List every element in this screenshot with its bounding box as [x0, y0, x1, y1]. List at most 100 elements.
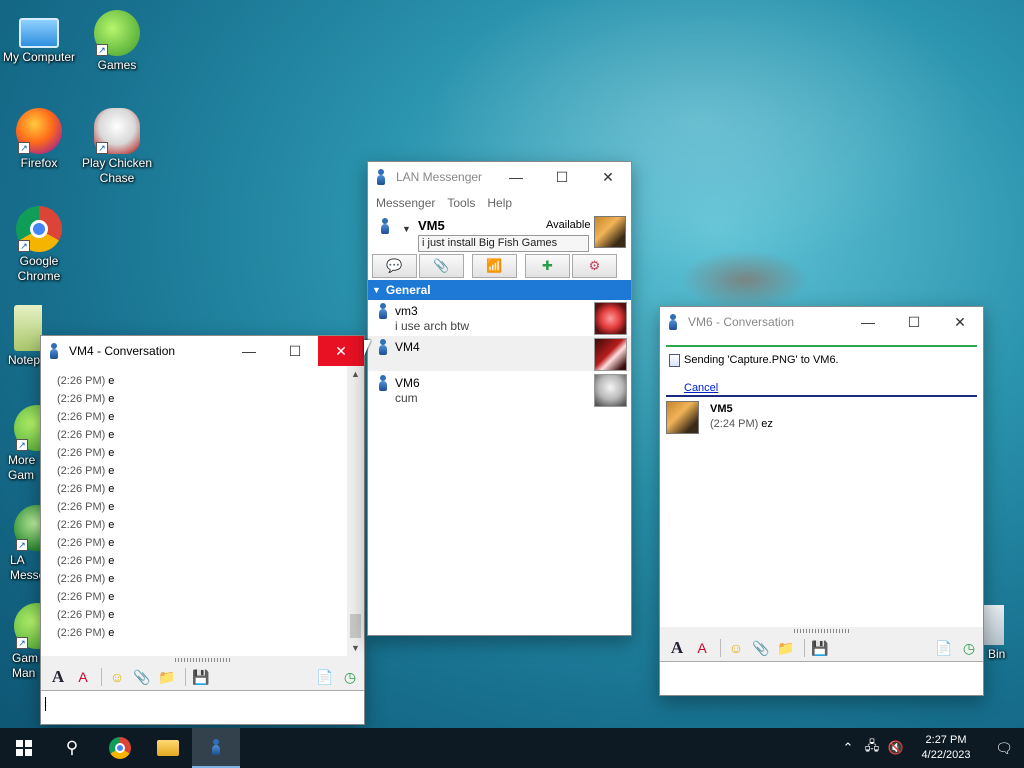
- desktop-icon-recycle-bin[interactable]: Bin: [984, 605, 1024, 662]
- minimize-button[interactable]: —: [226, 336, 272, 366]
- desktop-icon-games[interactable]: ↗ Games: [78, 10, 156, 73]
- message-input[interactable]: [660, 661, 983, 695]
- desktop-icon-lan-messenger[interactable]: ↗ LA Messe: [0, 505, 42, 583]
- start-button[interactable]: [0, 728, 48, 768]
- message-time: (2:26 PM): [57, 411, 106, 423]
- desktop-icon-label: Google Chrome: [17, 254, 61, 283]
- title-bar[interactable]: VM4 - Conversation — ☐ ✕: [41, 336, 364, 366]
- send-file-icon[interactable]: 📎: [750, 638, 772, 658]
- chevron-down-icon[interactable]: ▼: [402, 224, 411, 234]
- chevron-up-icon[interactable]: ⌃: [836, 740, 860, 756]
- lan-messenger-icon: [376, 169, 390, 185]
- message-list: (2:26 PM) e (2:26 PM) e (2:26 PM) e (2:26 PM) e…: [41, 366, 364, 642]
- font-color-icon[interactable]: A: [691, 638, 713, 658]
- status-person-icon[interactable]: [380, 218, 390, 234]
- font-icon[interactable]: A: [47, 667, 69, 687]
- collapse-triangle-icon[interactable]: ▼: [372, 285, 381, 295]
- history-icon[interactable]: ◷: [339, 667, 361, 687]
- desktop-icon-google-chrome[interactable]: ↗ Google Chrome: [0, 206, 78, 284]
- contact-note: i use arch btw: [395, 319, 470, 333]
- desktop-icon-my-computer[interactable]: My Computer: [0, 10, 78, 65]
- window-title: VM4 - Conversation: [69, 344, 176, 358]
- smiley-icon[interactable]: ☺: [106, 667, 128, 687]
- desktop-icon-notepad[interactable]: Notep: [0, 305, 42, 368]
- export-icon[interactable]: 📄: [314, 667, 336, 687]
- message-text: ez: [761, 418, 773, 430]
- maximize-button[interactable]: ☐: [539, 162, 585, 192]
- scrollbar[interactable]: ▲ ▼: [347, 366, 364, 656]
- add-contact-button[interactable]: ✚: [525, 254, 570, 278]
- message-text: e: [108, 447, 115, 459]
- shortcut-arrow-icon: ↗: [96, 44, 108, 56]
- font-icon[interactable]: A: [666, 638, 688, 658]
- maximize-button[interactable]: ☐: [891, 307, 937, 337]
- desktop-icon-firefox[interactable]: ↗ Firefox: [0, 108, 78, 171]
- menu-messenger[interactable]: Messenger: [372, 196, 443, 210]
- person-icon: [378, 303, 388, 319]
- conversation-window-vm4[interactable]: VM4 - Conversation — ☐ ✕ (2:26 PM) e (2:26…: [40, 335, 365, 725]
- scroll-up-icon[interactable]: ▲: [347, 366, 364, 382]
- contact-vm3[interactable]: vm3 i use arch btw: [368, 300, 631, 336]
- save-icon[interactable]: 💾: [190, 667, 212, 687]
- message-line: (2:26 PM) e: [57, 516, 364, 534]
- clock[interactable]: 2:27 PM 4/22/2023: [908, 733, 984, 763]
- export-icon[interactable]: 📄: [933, 638, 955, 658]
- user-status[interactable]: Available: [546, 219, 590, 231]
- maximize-button[interactable]: ☐: [272, 336, 318, 366]
- splitter-handle[interactable]: [41, 656, 364, 664]
- broadcast-button[interactable]: 📶: [472, 254, 517, 278]
- chat-button[interactable]: 💬: [372, 254, 417, 278]
- desktop-icon-label: Bin: [988, 647, 1006, 661]
- minimize-button[interactable]: —: [845, 307, 891, 337]
- scroll-down-icon[interactable]: ▼: [347, 640, 364, 656]
- title-bar[interactable]: VM6 - Conversation — ☐ ✕: [660, 307, 983, 337]
- send-folder-icon[interactable]: 📁: [775, 638, 797, 658]
- minimize-button[interactable]: —: [493, 162, 539, 192]
- send-file-icon[interactable]: 📎: [131, 667, 153, 687]
- format-toolbar: A A ☺ 📎 📁 💾 📄 ◷: [660, 635, 983, 661]
- smiley-icon[interactable]: ☺: [725, 638, 747, 658]
- message-line: (2:26 PM) e: [57, 480, 364, 498]
- clock-date: 4/22/2023: [921, 749, 971, 761]
- splitter-handle[interactable]: [660, 627, 983, 635]
- message-time: (2:26 PM): [57, 537, 106, 549]
- message-text: e: [108, 483, 115, 495]
- search-icon: ⚲: [65, 738, 79, 757]
- message-input[interactable]: [41, 690, 364, 724]
- search-button[interactable]: ⚲: [48, 728, 96, 768]
- user-avatar[interactable]: [594, 216, 626, 248]
- close-button[interactable]: ✕: [585, 162, 631, 192]
- taskbar-file-explorer[interactable]: [144, 728, 192, 768]
- taskbar-lan-messenger[interactable]: [192, 728, 240, 768]
- cancel-transfer-link[interactable]: Cancel: [684, 382, 718, 394]
- conversation-window-vm6[interactable]: VM6 - Conversation — ☐ ✕ Sending 'Captur…: [659, 306, 984, 696]
- volume-muted-icon[interactable]: 🔇: [884, 740, 908, 756]
- scroll-thumb[interactable]: [350, 614, 361, 638]
- notification-icon[interactable]: 🗨: [984, 740, 1024, 757]
- lan-messenger-window[interactable]: LAN Messenger — ☐ ✕ Messenger Tools Help…: [367, 161, 632, 636]
- desktop-icon-more-games[interactable]: ↗ More Gam: [0, 405, 42, 483]
- close-button[interactable]: ✕: [937, 307, 983, 337]
- menu-help[interactable]: Help: [483, 196, 520, 210]
- save-icon[interactable]: 💾: [809, 638, 831, 658]
- desktop-icon-game-manager[interactable]: ↗ Gam Man: [0, 603, 42, 681]
- group-header-general[interactable]: ▼ General: [368, 280, 631, 300]
- contact-vm6[interactable]: VM6 cum: [368, 372, 631, 408]
- font-color-icon[interactable]: A: [72, 667, 94, 687]
- close-button[interactable]: ✕: [318, 336, 364, 366]
- message-time: (2:26 PM): [57, 393, 106, 405]
- menu-tools[interactable]: Tools: [443, 196, 483, 210]
- taskbar-chrome[interactable]: [96, 728, 144, 768]
- history-icon[interactable]: ◷: [958, 638, 980, 658]
- message-entry: VM5 (2:24 PM) ez: [666, 401, 977, 441]
- send-file-button[interactable]: 📎: [419, 254, 464, 278]
- group-button[interactable]: ⚙: [572, 254, 617, 278]
- send-folder-icon[interactable]: 📁: [156, 667, 178, 687]
- user-note-input[interactable]: i just install Big Fish Games: [418, 235, 589, 252]
- notepad-icon: [14, 305, 42, 351]
- network-icon[interactable]: 🖧: [860, 737, 884, 759]
- message-history[interactable]: (2:26 PM) e (2:26 PM) e (2:26 PM) e (2:26 PM) e…: [41, 366, 364, 656]
- desktop-icon-play-chicken-chase[interactable]: ↗ Play Chicken Chase: [78, 108, 156, 186]
- title-bar[interactable]: LAN Messenger — ☐ ✕: [368, 162, 631, 192]
- contact-vm4[interactable]: VM4: [368, 336, 631, 372]
